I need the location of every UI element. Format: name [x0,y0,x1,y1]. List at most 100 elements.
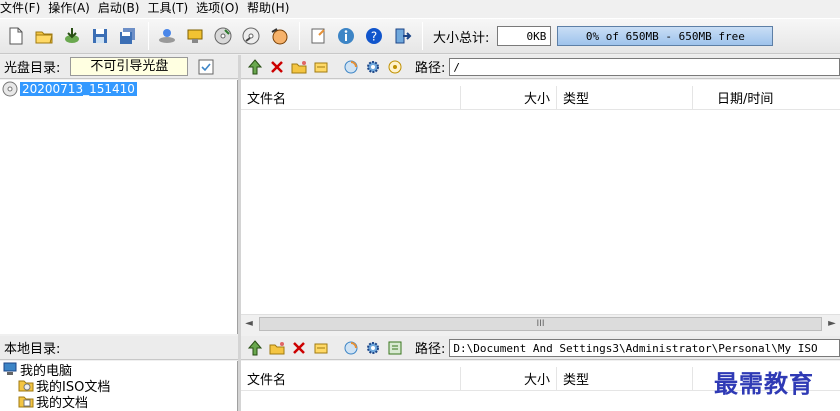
column-size[interactable]: 大小 [461,86,557,109]
gear-icon [367,341,379,354]
boot-status-box[interactable]: 不可引导光盘 [70,57,189,76]
total-size-label: 大小总计: [433,30,490,46]
disc-properties-icon[interactable] [198,59,214,75]
extract-button[interactable] [60,24,84,48]
disc-file-toolbar: 路径: / [241,55,840,79]
properties-icon [311,28,325,44]
local-refresh-button[interactable] [341,338,361,358]
new-button[interactable] [4,24,28,48]
test-button[interactable] [239,24,263,48]
mount-button[interactable] [183,24,207,48]
local-tree: 我的电脑 我的ISO文档 我的文档 [0,361,238,411]
save-disk-icon [93,29,107,43]
computer-icon [3,362,17,375]
up-arrow-icon [247,58,263,74]
main-toolbar: ? 大小总计: 0KB 0% of 650MB - 650MB free [0,18,840,54]
menu-actions[interactable]: 操作(A) [48,1,98,15]
save-as-button[interactable] [116,24,140,48]
column-date[interactable]: 日期/时间 [693,86,840,109]
convert-button[interactable] [267,24,291,48]
local-tree-item[interactable]: 我的文档 [0,393,237,411]
rename-icon [314,62,328,72]
add-files-button[interactable] [245,57,265,77]
exit-button[interactable] [390,24,414,48]
local-delete-button[interactable] [289,338,309,358]
virtual-drive-icon [187,29,203,43]
open-folder-icon [35,31,53,44]
disc-path-label: 路径: [415,61,446,76]
svg-text:?: ? [371,30,377,44]
local-path-label: 路径: [415,342,446,357]
up-arrow-icon [247,339,263,355]
column-type[interactable]: 类型 [557,86,693,109]
delete-x-icon [271,60,283,73]
delete-button[interactable] [267,57,287,77]
menu-file[interactable]: 文件(F) [0,1,48,15]
new-folder-icon [269,341,285,354]
disc-tree: 20200713_151410 [0,80,238,334]
rename-icon [314,343,328,353]
burn-button[interactable] [155,24,179,48]
local-rename-button[interactable] [311,338,331,358]
refresh-icon [344,60,358,73]
iso-folder-icon [18,380,34,392]
menu-bar: 文件(F) 操作(A) 启动(B) 工具(T) 选项(O) 帮助(H) [0,0,840,16]
menu-tools[interactable]: 工具(T) [147,1,196,15]
disc-volume-label: 20200713_151410 [20,82,137,96]
scroll-grip: III [536,318,545,329]
watermark-text: 最需教育 [714,369,814,398]
disc-tree-item[interactable]: 20200713_151410 [0,80,237,98]
rename-button[interactable] [311,57,331,77]
open-button[interactable] [32,24,56,48]
column-filename[interactable]: 文件名 [241,367,461,390]
scroll-thumb[interactable]: III [259,316,822,331]
local-path-input[interactable]: D:\Document And Settings3\Administrator\… [449,338,840,357]
local-file-toolbar: 路径: D:\Document And Settings3\Administra… [241,336,840,360]
disc-option-icon [388,60,402,73]
properties-button[interactable] [306,24,330,48]
disc-horizontal-scrollbar[interactable]: ◄ III ► [241,314,840,332]
new-document-icon [9,27,23,45]
info-icon [338,28,354,44]
column-type[interactable]: 类型 [557,367,693,390]
new-folder-button[interactable] [289,57,309,77]
disc-path-input[interactable]: / [449,57,840,76]
local-new-folder-button[interactable] [267,338,287,358]
toolbar-separator [148,22,149,50]
local-directory-label: 本地目录: [4,342,61,357]
refresh-button[interactable] [341,57,361,77]
save-button[interactable] [88,24,112,48]
disc-directory-label: 光盘目录: [4,61,61,76]
disc-option-button[interactable] [385,57,405,77]
column-size[interactable]: 大小 [461,367,557,390]
refresh-icon [344,341,358,354]
menu-help[interactable]: 帮助(H) [247,1,297,15]
column-filename[interactable]: 文件名 [241,86,461,109]
disc-file-list: 文件名 大小 类型 日期/时间 [241,80,840,314]
tree-label: 我的文档 [36,395,89,411]
gear-icon [367,60,379,73]
burn-icon [159,29,175,43]
delete-x-icon [293,341,305,354]
convert-icon [271,28,288,45]
compress-button[interactable] [211,24,235,48]
scroll-left-icon[interactable]: ◄ [241,318,257,329]
menu-bootable[interactable]: 启动(B) [98,1,148,15]
info-button[interactable] [334,24,358,48]
total-size-value: 0KB [497,26,552,46]
local-view-button[interactable] [385,338,405,358]
toolbar-separator [299,22,300,50]
menu-options[interactable]: 选项(O) [196,1,247,15]
capacity-bar[interactable]: 0% of 650MB - 650MB free [557,26,774,46]
settings-button[interactable] [363,57,383,77]
new-folder-icon [291,60,307,73]
help-button[interactable]: ? [362,24,386,48]
cd-disc-icon [2,81,18,97]
exit-icon [395,28,412,44]
local-up-button[interactable] [245,338,265,358]
local-settings-button[interactable] [363,338,383,358]
scroll-right-icon[interactable]: ► [824,318,840,329]
view-icon [388,341,402,354]
capacity-text: 0% of 650MB - 650MB free [585,29,745,43]
documents-folder-icon [18,396,34,408]
